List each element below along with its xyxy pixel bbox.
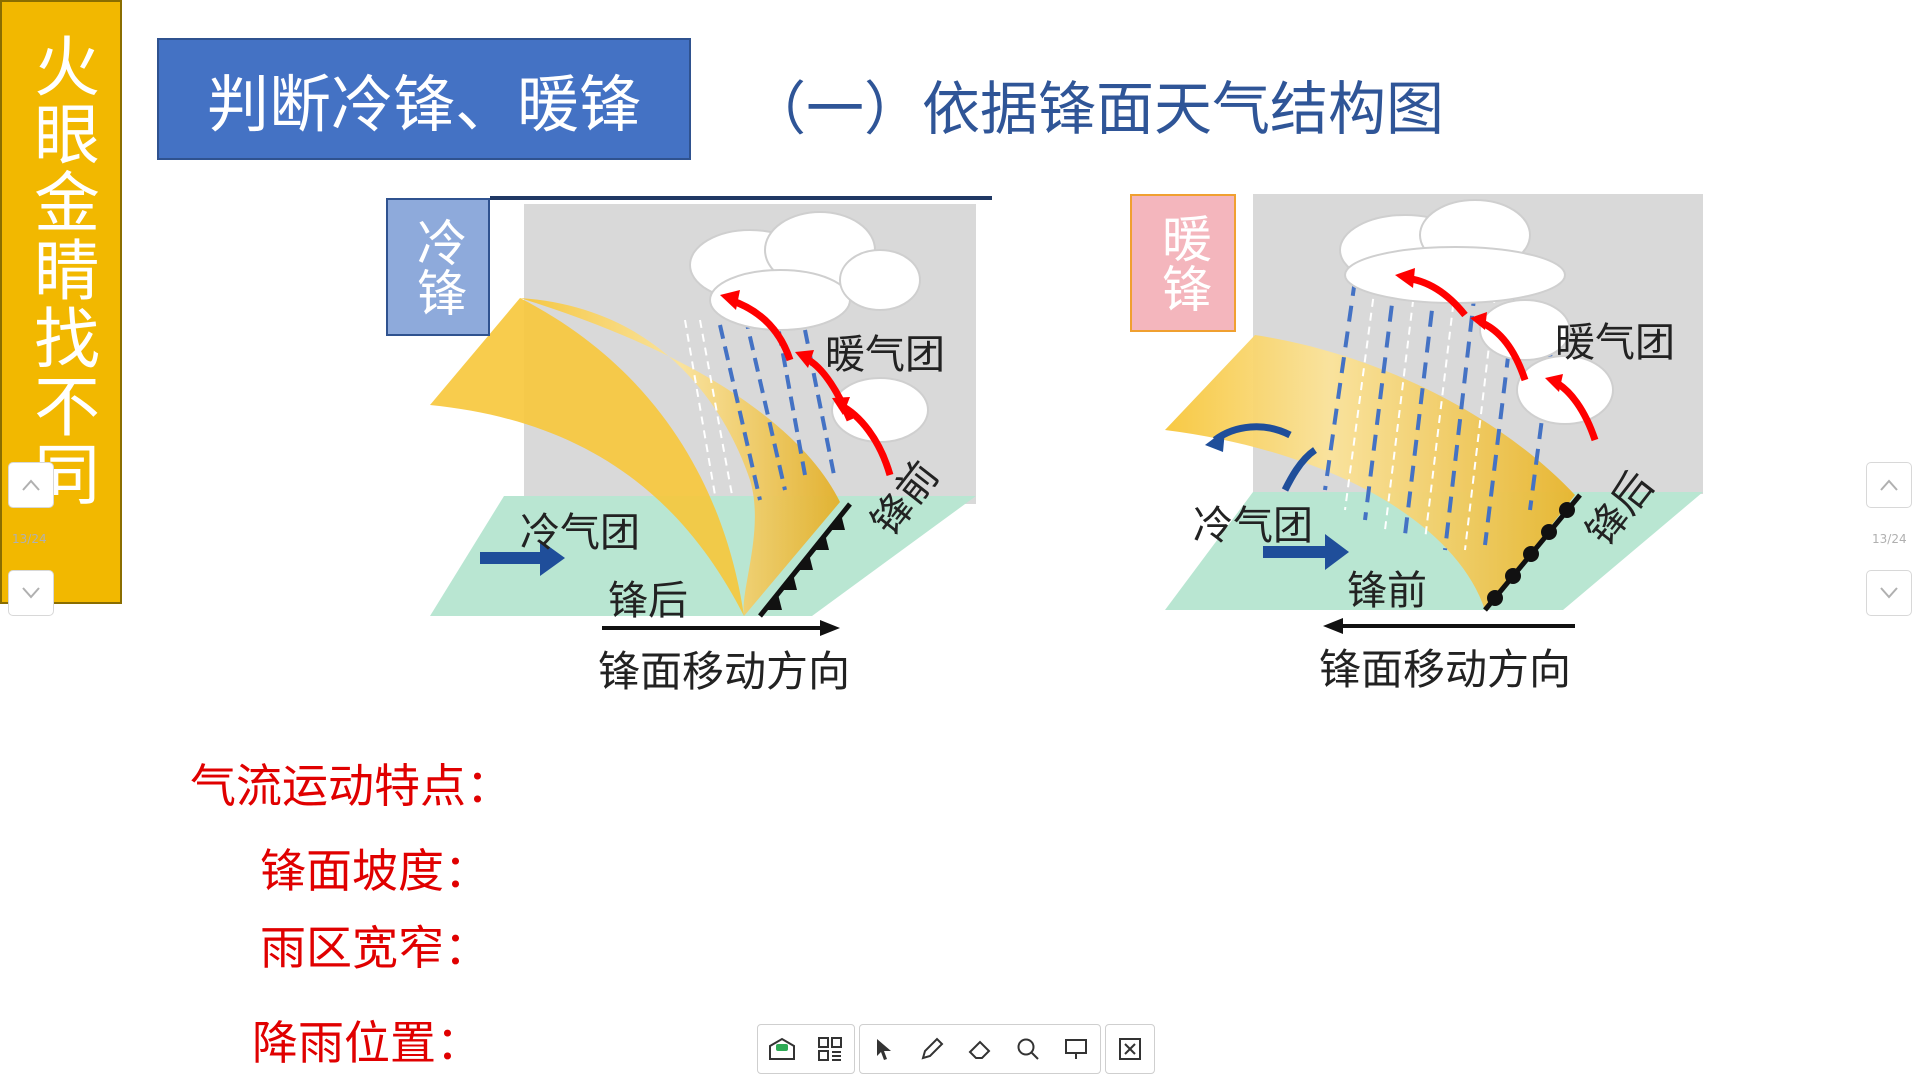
warm-direction-head	[1323, 618, 1343, 634]
warm-cold-mass-label: 冷气团	[1193, 503, 1313, 549]
question-rain-width: 雨区宽窄：	[260, 921, 490, 975]
page-indicator-right: 13/24	[1872, 532, 1907, 546]
exit-icon	[1119, 1038, 1141, 1060]
warm-warm-mass-label: 暖气团	[1555, 320, 1675, 366]
message-button[interactable]	[758, 1025, 806, 1073]
chevron-up-icon	[22, 479, 40, 491]
presentation-icon	[1065, 1039, 1087, 1059]
warm-front-tag: 暖锋	[1130, 194, 1236, 332]
pen-button[interactable]	[908, 1025, 956, 1073]
toolbar-group-tools	[859, 1024, 1101, 1074]
presentation-toolbar	[757, 1024, 1155, 1074]
warm-front-diagram: 暖锋 暖气团 冷气团 锋前 锋后 锋面移动方向	[1125, 190, 1725, 710]
page-title-text: 判断冷锋、暖锋	[206, 68, 641, 141]
chevron-down-icon	[22, 587, 40, 599]
warm-direction-label: 锋面移动方向	[1319, 645, 1572, 694]
cold-front-tag: 冷锋	[386, 198, 490, 336]
chevron-down-icon	[1880, 587, 1898, 599]
question-airflow: 气流运动特点：	[190, 759, 512, 813]
next-page-button-right[interactable]	[1866, 570, 1912, 616]
toolbar-group-exit	[1105, 1024, 1155, 1074]
presentation-button[interactable]	[1052, 1025, 1100, 1073]
cold-front-diagram: 冷锋 暖气团 冷气团 锋后 锋前 锋面移动方向	[380, 190, 1020, 710]
magnifier-button[interactable]	[1004, 1025, 1052, 1073]
message-icon	[769, 1037, 795, 1060]
grid-button[interactable]	[806, 1025, 854, 1073]
warm-front-tag-text: 暖锋	[1154, 213, 1212, 313]
warm-front-side-label: 锋前	[1347, 568, 1427, 614]
magnifier-icon	[1017, 1038, 1039, 1060]
question-slope: 锋面坡度：	[260, 844, 490, 898]
pointer-button[interactable]	[860, 1025, 908, 1073]
prev-page-button-right[interactable]	[1866, 462, 1912, 508]
toolbar-group-apps	[757, 1024, 855, 1074]
pointer-icon	[877, 1039, 891, 1060]
cold-front-tag-text: 冷锋	[409, 217, 467, 317]
page-title: 判断冷锋、暖锋	[157, 38, 691, 160]
cold-direction-label: 锋面移动方向	[598, 647, 851, 696]
eraser-icon	[968, 1040, 991, 1059]
grid-icon	[818, 1037, 842, 1061]
cold-back-side-label: 锋后	[608, 578, 688, 624]
page-subtitle: （一）依据锋面天气结构图	[748, 75, 1445, 143]
pen-icon	[921, 1037, 944, 1060]
side-banner-text: 火眼金睛找不同	[23, 32, 100, 508]
cold-direction-head	[820, 620, 840, 636]
chevron-up-icon	[1880, 479, 1898, 491]
eraser-button[interactable]	[956, 1025, 1004, 1073]
cold-cold-mass-label: 冷气团	[520, 510, 640, 556]
next-page-button-left[interactable]	[8, 570, 54, 616]
page-indicator-left: 13/24	[12, 532, 47, 546]
question-rain-position: 降雨位置：	[252, 1016, 482, 1070]
exit-button[interactable]	[1106, 1025, 1154, 1073]
side-banner: 火眼金睛找不同	[0, 0, 122, 604]
cold-warm-mass-label: 暖气团	[825, 332, 945, 378]
prev-page-button-left[interactable]	[8, 462, 54, 508]
